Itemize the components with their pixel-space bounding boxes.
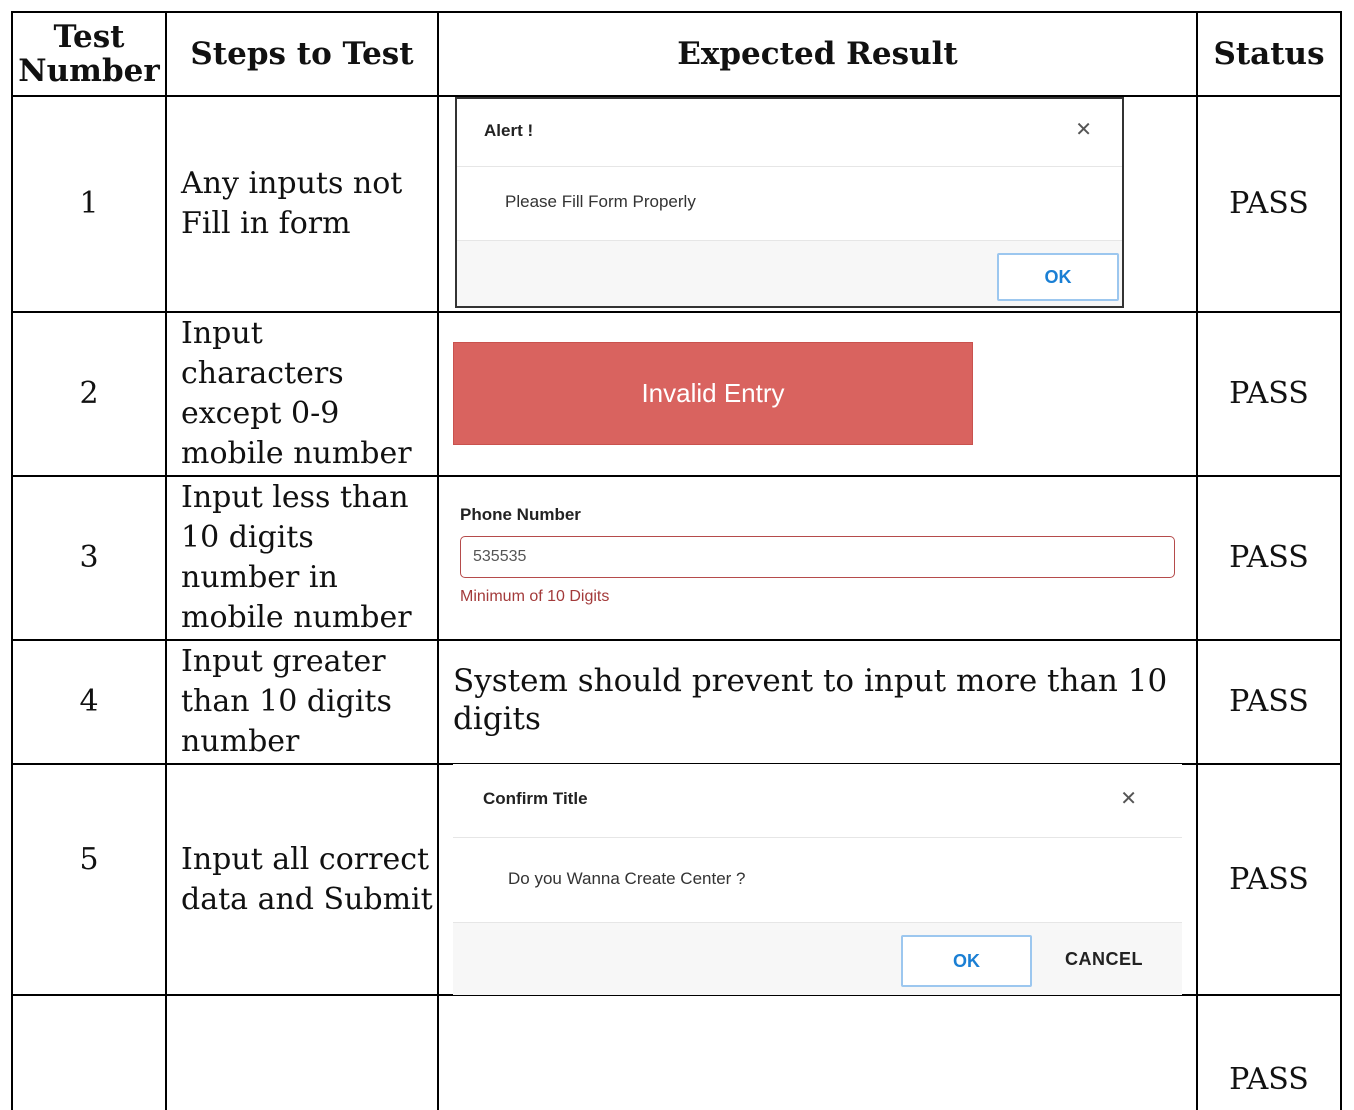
- steps-line: Input less than: [181, 480, 409, 515]
- close-icon[interactable]: ✕: [1075, 117, 1092, 142]
- table-border: [437, 11, 439, 1110]
- cancel-button[interactable]: CANCEL: [1065, 949, 1143, 970]
- status-cell: PASS: [1229, 861, 1309, 897]
- steps-line: Fill in form: [181, 206, 351, 241]
- steps-line: Input: [181, 316, 263, 351]
- test-number: 3: [79, 540, 99, 575]
- steps-line: number in: [181, 560, 338, 595]
- status-cell: PASS: [1229, 540, 1309, 575]
- steps-line: characters: [181, 356, 344, 391]
- status-cell: PASS: [1229, 684, 1309, 719]
- status-cell: PASS: [1229, 186, 1309, 221]
- phone-error-text: Minimum of 10 Digits: [460, 588, 610, 605]
- ok-button[interactable]: OK: [997, 253, 1119, 301]
- ok-button[interactable]: OK: [901, 935, 1032, 987]
- steps-line: Input all correct: [181, 842, 430, 877]
- status-cell: PASS: [1229, 1062, 1309, 1097]
- dialog-message: Please Fill Form Properly: [505, 192, 696, 211]
- steps-line: Input greater: [181, 644, 386, 679]
- test-case-table: Test Number Steps to Test Expected Resul…: [0, 0, 1354, 1110]
- close-icon[interactable]: ✕: [1120, 786, 1137, 811]
- dialog-message: Do you Wanna Create Center ?: [508, 869, 746, 888]
- dialog-title: Confirm Title: [483, 789, 588, 808]
- steps-line: mobile number: [181, 436, 412, 471]
- header-test-number: Test Number: [18, 19, 160, 89]
- steps-cell: Input characters except 0-9 mobile numbe…: [166, 313, 434, 475]
- steps-line: data and Submit: [181, 882, 433, 917]
- dialog-header: Confirm Title ✕: [453, 764, 1182, 838]
- alert-dialog: Alert ! ✕ Please Fill Form Properly OK: [455, 97, 1124, 308]
- test-number: 5: [79, 842, 99, 877]
- steps-line: mobile number: [181, 600, 412, 635]
- steps-line: number: [181, 724, 300, 759]
- steps-cell: Input greater than 10 digits number: [166, 641, 434, 763]
- expected-text: System should prevent to input more than…: [453, 663, 1168, 737]
- phone-number-input[interactable]: 535535: [460, 536, 1175, 578]
- test-number: 1: [79, 186, 99, 221]
- confirm-dialog: Confirm Title ✕ Do you Wanna Create Cent…: [453, 764, 1182, 995]
- dialog-title: Alert !: [484, 121, 534, 140]
- test-number: 2: [79, 376, 99, 411]
- status-cell: PASS: [1229, 376, 1309, 411]
- steps-line: Any inputs not: [181, 166, 403, 201]
- table-border: [1340, 11, 1342, 1110]
- header-steps: Steps to Test: [190, 36, 414, 72]
- steps-line: than 10 digits: [181, 684, 392, 719]
- dialog-header: Alert ! ✕: [457, 99, 1122, 167]
- dialog-footer: OK CANCEL: [453, 922, 1182, 995]
- steps-line: 10 digits: [181, 520, 314, 555]
- invalid-entry-banner: Invalid Entry: [453, 342, 973, 445]
- steps-cell: Input less than 10 digits number in mobi…: [166, 477, 434, 639]
- steps-line: except 0-9: [181, 396, 340, 431]
- dialog-footer: OK: [457, 240, 1122, 306]
- steps-cell: Input all correct data and Submit: [166, 785, 434, 975]
- header-status: Status: [1213, 36, 1325, 72]
- test-number: 4: [79, 684, 99, 719]
- phone-number-label: Phone Number: [460, 505, 581, 524]
- header-expected-result: Expected Result: [677, 36, 958, 72]
- steps-cell: Any inputs not Fill in form: [166, 97, 434, 311]
